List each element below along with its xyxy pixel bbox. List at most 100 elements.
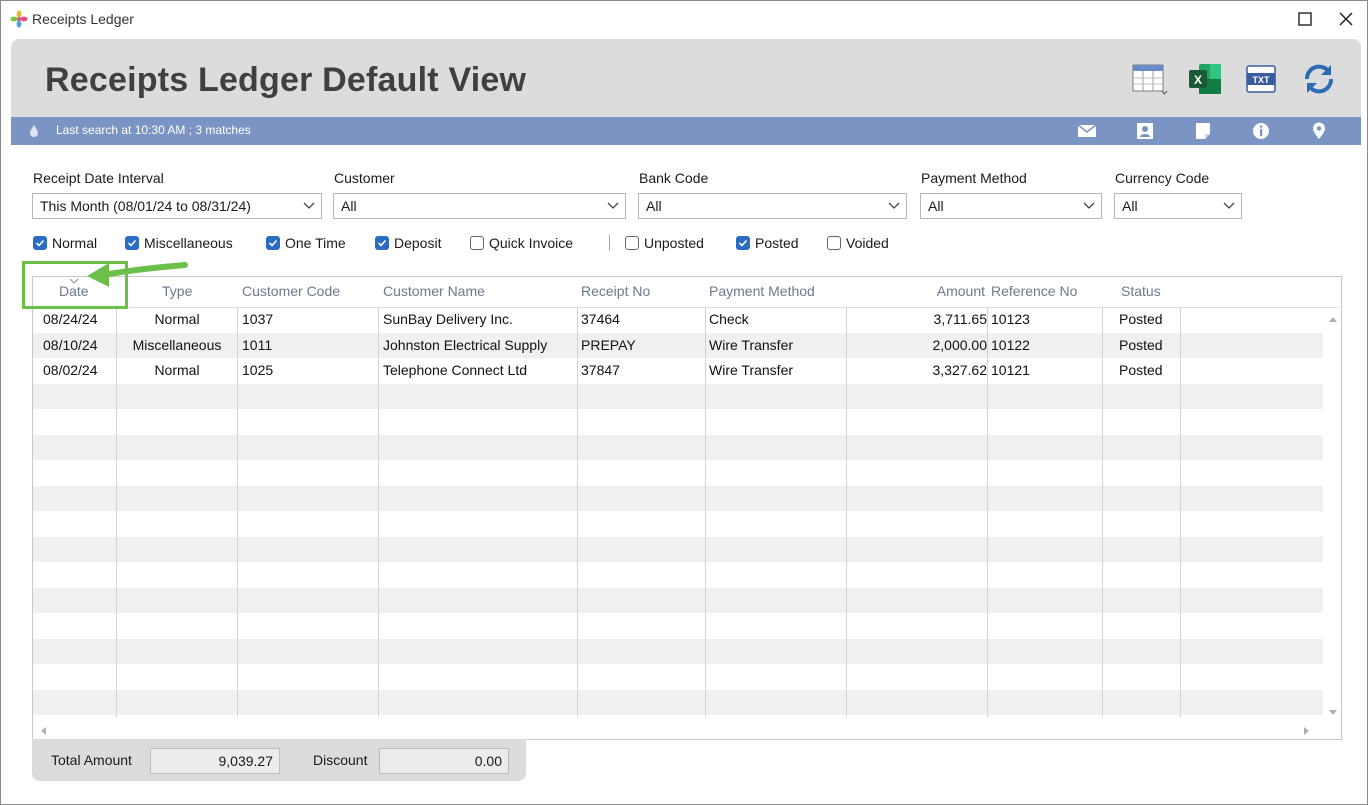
column-divider (1102, 277, 1103, 717)
checkbox-box (125, 236, 139, 250)
maximize-button[interactable] (1290, 7, 1320, 31)
export-excel-button[interactable]: X (1185, 61, 1225, 97)
customer-value: All (341, 198, 357, 214)
vertical-scrollbar[interactable] (1325, 307, 1341, 721)
column-divider (846, 277, 847, 717)
table-row[interactable]: 08/24/24 Normal 1037 SunBay Delivery Inc. 37… (33, 307, 1323, 332)
checkbox-quick-invoice[interactable]: Quick Invoice (470, 234, 573, 252)
table-cell: Miscellaneous (132, 336, 222, 353)
table-row[interactable]: 08/02/24 Normal 1025 Telephone Connect Ltd 3… (33, 358, 1323, 383)
table-row (33, 536, 1323, 562)
table-cell: 08/24/24 (43, 311, 98, 327)
columns-icon (1132, 64, 1168, 95)
table-cell: 10123 (991, 311, 1030, 327)
column-header-payment-method[interactable]: Payment Method (709, 283, 815, 299)
checkbox-voided[interactable]: Voided (827, 234, 889, 252)
table-row[interactable]: 08/10/24 Miscellaneous 1011 Johnston Electr… (33, 332, 1323, 358)
checkbox-unposted[interactable]: Unposted (625, 234, 704, 252)
totals-panel: Total Amount 9,039.27 Discount 0.00 (32, 739, 526, 781)
table-cell: Wire Transfer (709, 362, 794, 378)
customer-select[interactable]: All (333, 193, 626, 219)
payment-method-select[interactable]: All (920, 193, 1102, 219)
horizontal-scrollbar[interactable] (33, 721, 1339, 739)
chevron-down-icon (1083, 202, 1095, 209)
info-button[interactable] (1251, 122, 1271, 140)
checkbox-posted[interactable]: Posted (736, 234, 799, 252)
table-cell: 37847 (581, 362, 620, 378)
bank-code-label: Bank Code (639, 170, 709, 186)
chevron-down-icon (303, 202, 315, 209)
checkbox-label: Normal (52, 235, 98, 251)
column-divider (577, 277, 578, 717)
drop-icon (30, 125, 38, 137)
discount-label: Discount (313, 752, 368, 768)
column-header-status[interactable]: Status (1121, 283, 1161, 299)
highlight-arrow-icon (87, 262, 188, 287)
checkbox-box (736, 236, 750, 250)
table-cell: 08/02/24 (43, 362, 98, 378)
table-cell: Wire Transfer (709, 336, 794, 353)
column-header-reference-no[interactable]: Reference No (991, 283, 1077, 299)
table-cell: Check (709, 311, 749, 327)
contact-button[interactable] (1135, 122, 1155, 140)
excel-icon-label: X (1194, 73, 1202, 87)
checkbox-normal[interactable]: Normal (33, 234, 97, 252)
currency-code-value: All (1122, 198, 1138, 214)
checkbox-label: Deposit (394, 235, 442, 251)
table-cell: Posted (1119, 311, 1163, 327)
bank-code-select[interactable]: All (638, 193, 907, 219)
note-icon (1196, 123, 1210, 139)
customer-label: Customer (334, 170, 395, 186)
total-amount-field: 9,039.27 (150, 748, 280, 774)
column-divider (237, 277, 238, 717)
table-cell: Posted (1119, 362, 1163, 378)
refresh-button[interactable] (1299, 61, 1339, 97)
bank-code-value: All (646, 198, 662, 214)
column-header-customer-code[interactable]: Customer Code (242, 283, 340, 299)
scroll-down-icon (1329, 710, 1337, 715)
txt-icon-label: TXT (1253, 75, 1271, 85)
column-header-customer-name[interactable]: Customer Name (383, 283, 485, 299)
checkbox-label: Posted (755, 235, 799, 251)
column-header-receipt-no[interactable]: Receipt No (581, 283, 650, 299)
table-cell: 37464 (581, 311, 620, 327)
checkbox-miscellaneous[interactable]: Miscellaneous (125, 234, 233, 252)
checkbox-label: Voided (846, 235, 889, 251)
close-icon (1339, 12, 1353, 26)
table-row (33, 562, 1323, 587)
table-row (33, 485, 1323, 511)
checkbox-box (375, 236, 389, 250)
checkbox-box (33, 236, 47, 250)
checkbox-label: One Time (285, 235, 346, 251)
discount-value: 0.00 (474, 753, 502, 769)
checkbox-one-time[interactable]: One Time (266, 234, 346, 252)
currency-code-select[interactable]: All (1114, 193, 1242, 219)
table-row (33, 434, 1323, 460)
table-row (33, 383, 1323, 409)
date-interval-select[interactable]: This Month (08/01/24 to 08/31/24) (32, 193, 322, 219)
columns-button[interactable] (1129, 61, 1169, 97)
status-text: Last search at 10:30 AM ; 3 matches (56, 123, 251, 137)
location-button[interactable] (1309, 122, 1329, 140)
checkbox-deposit[interactable]: Deposit (375, 234, 441, 252)
table-cell: 08/10/24 (43, 336, 98, 353)
date-interval-value: This Month (08/01/24 to 08/31/24) (40, 198, 251, 214)
column-divider (1180, 277, 1181, 717)
table-cell: Posted (1119, 336, 1163, 353)
note-button[interactable] (1193, 122, 1213, 140)
table-cell: Johnston Electrical Supply (383, 336, 548, 353)
location-icon (1313, 122, 1325, 139)
checkbox-box (266, 236, 280, 250)
email-button[interactable] (1077, 122, 1097, 140)
export-txt-button[interactable]: TXT (1241, 61, 1281, 97)
table-cell: 1011 (242, 336, 273, 353)
table-cell: 3,327.62 (932, 362, 988, 378)
column-header-amount[interactable]: Amount (937, 283, 985, 299)
column-divider (705, 277, 706, 717)
table-cell: Normal (154, 311, 200, 327)
close-button[interactable] (1331, 7, 1361, 31)
grid-header: Date Type Customer Code Customer Name Re… (33, 277, 1339, 308)
table-cell: PREPAY (581, 336, 636, 353)
currency-code-label: Currency Code (1115, 170, 1210, 186)
column-divider (378, 277, 379, 717)
